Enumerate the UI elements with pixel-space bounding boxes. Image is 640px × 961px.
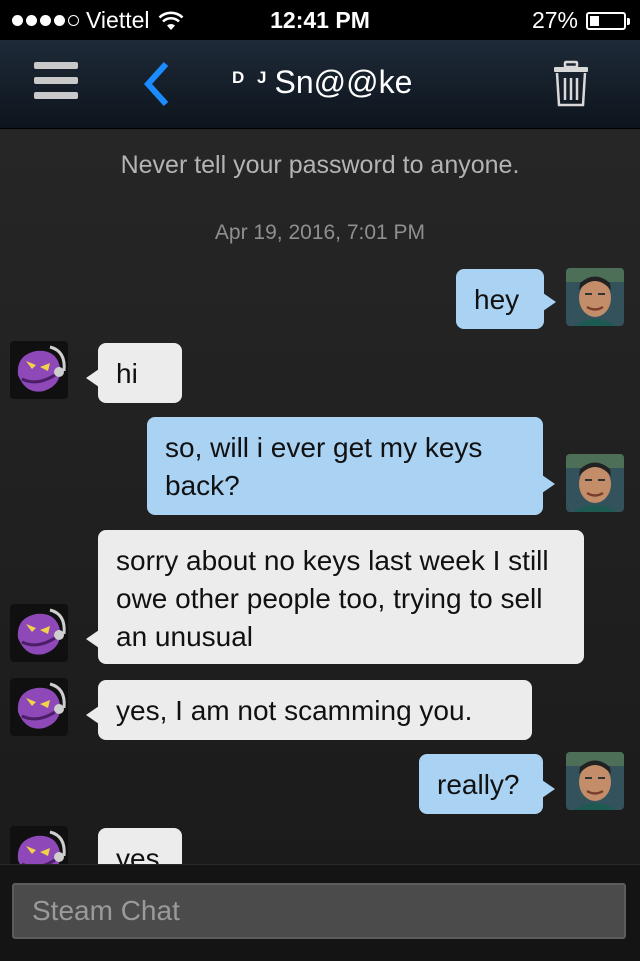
my-avatar[interactable] [566,268,624,326]
security-notice: Never tell your password to anyone. [120,151,520,179]
delete-conversation-button[interactable] [552,60,590,108]
incoming-message: hi [86,343,182,403]
message-text: hey [474,284,520,315]
my-avatar[interactable] [566,454,624,512]
outgoing-message: so, will i ever get my keys back? [147,417,555,515]
contact-name: Sn@@ke [274,64,413,100]
message-input[interactable] [12,883,626,939]
outgoing-message: really? [419,754,555,814]
chat-area[interactable]: Never tell your password to anyone. Apr … [0,129,640,864]
contact-avatar[interactable] [10,826,68,864]
trash-icon [554,60,588,107]
message-text: so, will i ever get my keys back? [165,432,483,501]
purple-creature-avatar [10,826,68,864]
message-text: really? [437,769,520,800]
status-right: 27% [531,7,630,34]
contact-avatar[interactable] [10,604,68,662]
purple-creature-avatar [10,678,68,736]
battery-fill [590,15,599,26]
title-prefix: D J [232,68,271,87]
back-chevron-icon [143,61,169,107]
conversation-title: D J Sn@@ke [232,64,412,101]
message-text: sorry about no keys last week I still ow… [116,545,549,652]
contact-avatar[interactable] [10,341,68,399]
message-text: hi [116,358,138,389]
battery-percent: 27% [531,7,578,33]
incoming-message: sorry about no keys last week I still ow… [86,530,584,664]
message-input-bar [0,864,640,961]
message-text: yes [116,843,160,864]
menu-button[interactable] [34,62,78,100]
purple-creature-avatar [10,341,68,399]
my-avatar[interactable] [566,752,624,810]
incoming-message: yes, I am not scamming you. [86,680,532,740]
back-button[interactable] [138,60,178,108]
user-photo-avatar [566,752,624,810]
message-timestamp: Apr 19, 2016, 7:01 PM [214,221,426,244]
battery-icon [586,11,630,30]
contact-avatar[interactable] [10,678,68,736]
outgoing-message: hey [456,269,556,329]
status-bar: Viettel 12:41 PM 27% [0,0,640,40]
incoming-message: yes [98,828,182,864]
purple-creature-avatar [10,604,68,662]
message-text: yes, I am not scamming you. [116,695,473,726]
nav-bar: D J Sn@@ke [0,40,640,129]
user-photo-avatar [566,454,624,512]
user-photo-avatar [566,268,624,326]
